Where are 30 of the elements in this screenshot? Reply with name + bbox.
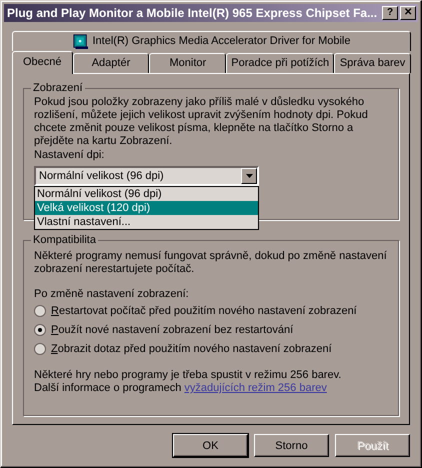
radio-button[interactable] [34,305,46,317]
dpi-dropdown[interactable]: Normální velikost (96 dpi) [34,166,259,186]
dropdown-option[interactable]: Normální velikost (96 dpi) [35,187,258,201]
dropdown-option[interactable]: Velká velikost (120 dpi) [35,201,258,215]
option-label: Po změně nastavení zobrazení: [34,288,190,300]
window-title: Plug and Play Monitor a Mobile Intel(R) 965 Express Chipset Fa... [7,6,378,20]
tab[interactable]: Monitor [149,53,226,73]
tab[interactable]: Správa barev [334,53,411,73]
group-title: Kompatibilita [32,234,97,246]
radio-button[interactable] [34,343,46,355]
radio-option[interactable]: Použít nové nastavení zobrazení bez restartování [34,322,388,338]
close-button[interactable]: ✕ [400,6,416,20]
radio-option[interactable]: Zobrazit dotaz před použitím nového nastavení zobrazení [34,341,388,357]
info-text: Další informace o programech [34,382,182,394]
note-text: Některé hry nebo programy je třeba spustit v režimu 256 barev. [34,369,342,382]
tab[interactable]: Poradce při potížích [226,53,334,73]
chip-icon [72,34,88,49]
tab[interactable]: Obecné [12,51,73,74]
dialog-button[interactable]: OK [173,434,248,457]
field-label: Nastavení dpi: [34,149,106,162]
dialog-button[interactable]: Storno [254,434,329,457]
group-title: Zobrazení [32,82,84,94]
dropdown-option[interactable]: Vlastní nastavení... [35,215,258,229]
radio-button[interactable] [34,324,46,336]
tab[interactable]: Adaptér [72,53,150,73]
description-text: Některé programy nemusí fungovat správně, dokud po změně nastavení zobrazení nerestartujete počítač. [34,250,388,276]
description-text: Pokud jsou položky zobrazeny jako příliš malé v důsledku vysokého rozlišení, můžete jejich velikost upravit zvýšením hodnoty dpi. Pokud chcete změnit pouze velikost písma, klepněte na tlačítko Storno a přejděte na kartu Zobrazení. [34,96,369,148]
help-button[interactable]: ? [382,6,398,20]
radio-option[interactable]: Restartovat počítač před použitím nového nastavení zobrazení [34,303,388,319]
tab[interactable]: Intel(R) Graphics Media Accelerator Driver for Mobile [12,31,411,51]
